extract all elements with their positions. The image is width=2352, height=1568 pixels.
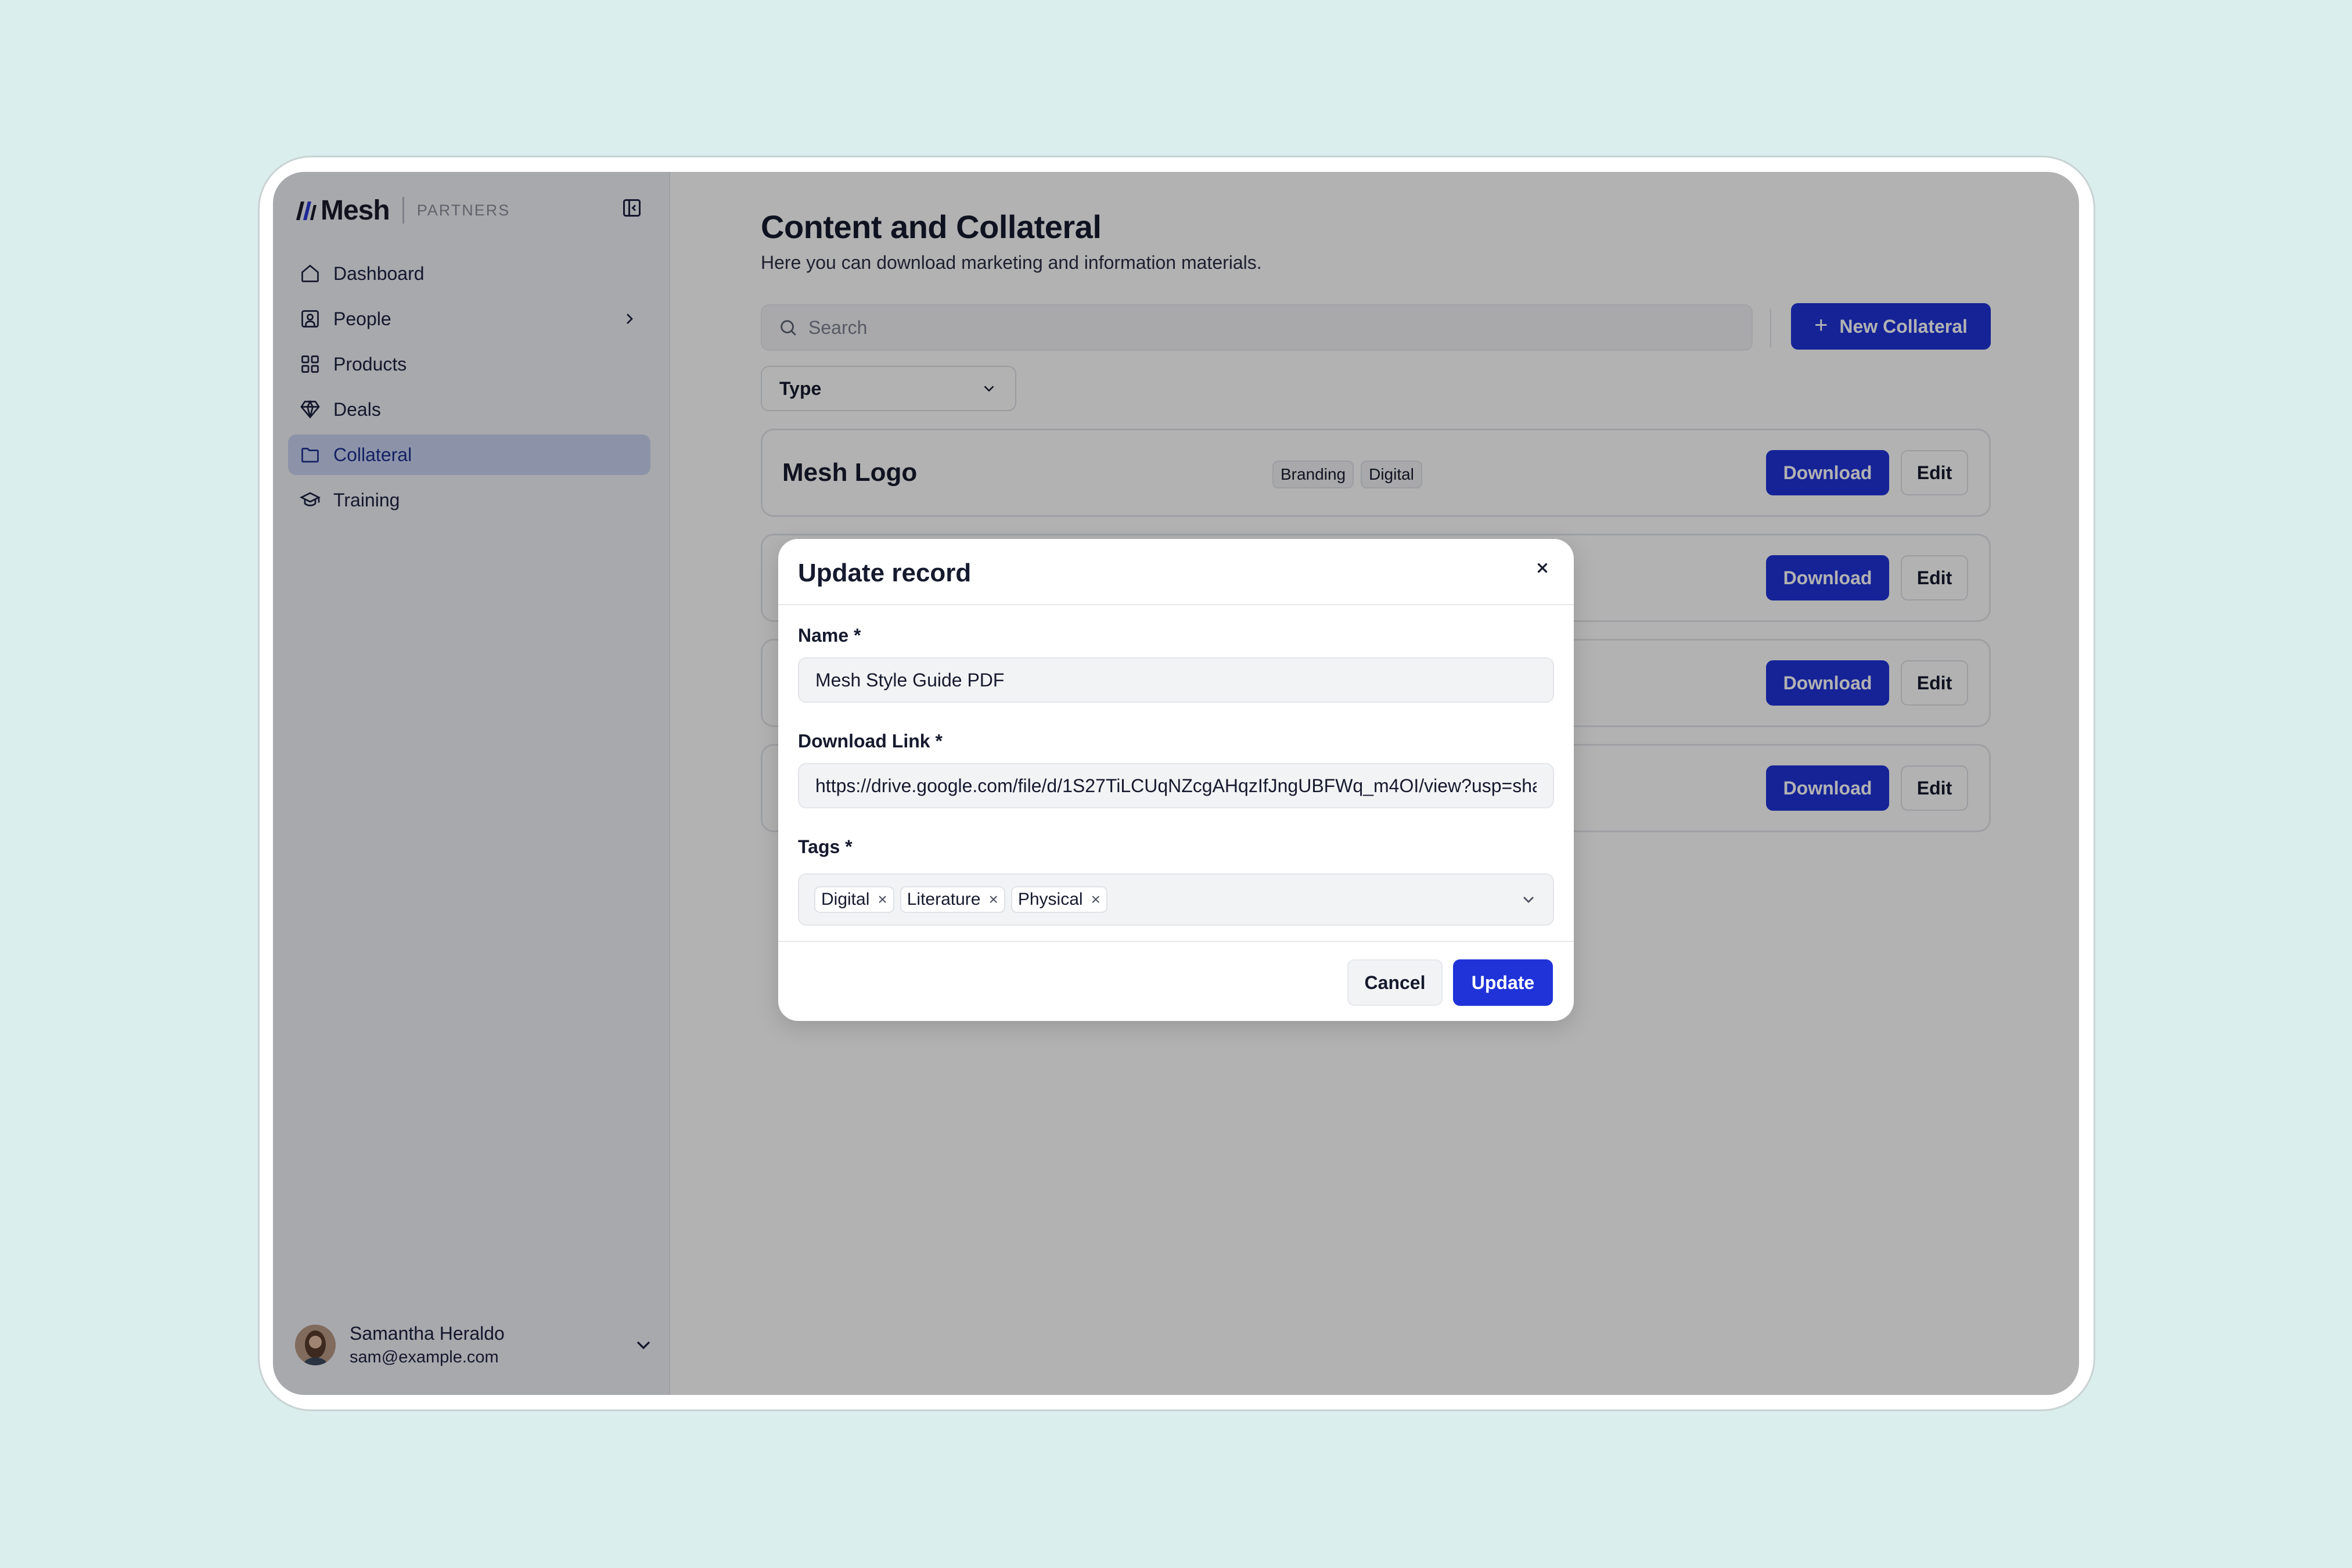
tag-chip: Digital × <box>814 886 894 913</box>
dialog-footer: Cancel Update <box>778 941 1574 1021</box>
chevron-down-icon[interactable] <box>1519 890 1538 909</box>
download-link-label: Download Link * <box>798 731 943 751</box>
cancel-button[interactable]: Cancel <box>1347 959 1443 1006</box>
tags-label: Tags * <box>798 836 853 857</box>
dialog-header: Update record <box>778 539 1574 605</box>
close-button[interactable] <box>1531 556 1554 580</box>
name-label: Name * <box>798 625 861 646</box>
dialog-title: Update record <box>798 559 972 587</box>
update-button[interactable]: Update <box>1453 959 1553 1006</box>
app-screen: Mesh PARTNERS Dashboard People Products … <box>273 172 2079 1395</box>
update-record-dialog: Update record Name * Download Link * Tag… <box>778 539 1574 1021</box>
remove-tag-icon[interactable]: × <box>988 890 998 909</box>
remove-tag-icon[interactable]: × <box>1091 890 1101 909</box>
tag-chip-label: Physical <box>1017 890 1083 909</box>
tag-chip-label: Literature <box>907 890 981 909</box>
close-icon <box>1537 563 1548 573</box>
tag-chip-label: Digital <box>821 890 870 909</box>
remove-tag-icon[interactable]: × <box>877 890 887 909</box>
tag-chip: Physical × <box>1010 886 1107 913</box>
download-link-field[interactable] <box>798 763 1554 808</box>
tag-chip: Literature × <box>900 886 1005 913</box>
name-field[interactable] <box>798 657 1554 703</box>
tags-multiselect[interactable]: Digital × Literature × Physical × <box>798 873 1554 926</box>
